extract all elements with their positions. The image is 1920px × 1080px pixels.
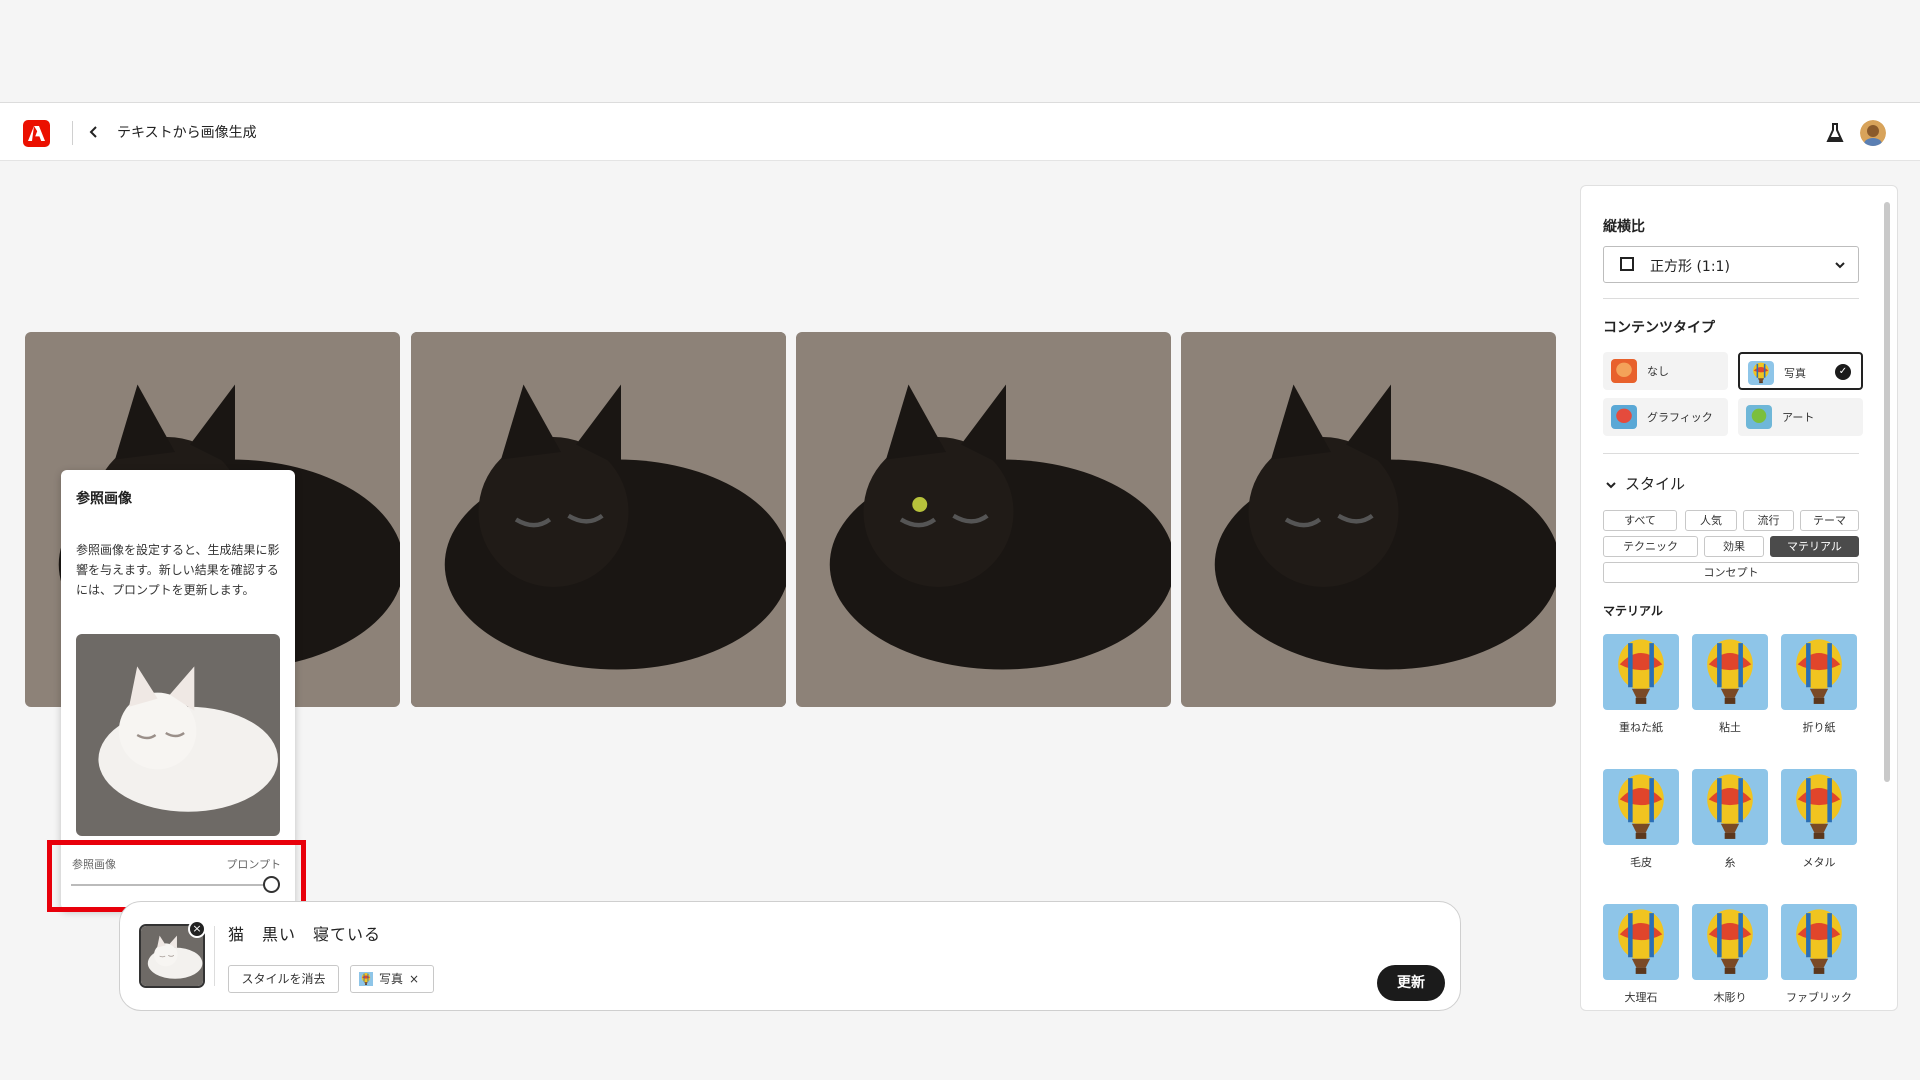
popover-description: 参照画像を設定すると、生成結果に影響を与えます。新しい結果を確認するには、プロン… bbox=[76, 543, 280, 597]
avatar[interactable] bbox=[1860, 120, 1886, 146]
material-label: メタル bbox=[1802, 856, 1836, 869]
generated-image-3[interactable] bbox=[796, 332, 1171, 707]
content-type-label: 写真 bbox=[1784, 367, 1806, 380]
slider-track[interactable] bbox=[71, 884, 271, 886]
generated-image-4[interactable] bbox=[1181, 332, 1556, 707]
material-label: 折り紙 bbox=[1802, 721, 1836, 734]
adobe-logo[interactable] bbox=[23, 120, 50, 147]
divider bbox=[1603, 453, 1859, 454]
divider bbox=[1603, 298, 1859, 299]
header-divider bbox=[72, 121, 73, 145]
balloon-thumbnail bbox=[1692, 904, 1768, 980]
page-title: テキストから画像生成 bbox=[117, 125, 257, 141]
content-type-graphic[interactable]: グラフィック bbox=[1603, 398, 1728, 436]
material-clay[interactable]: 粘土 bbox=[1692, 634, 1768, 735]
material-layered-paper[interactable]: 重ねた紙 bbox=[1603, 634, 1679, 735]
aspect-ratio-select[interactable]: 正方形 (1:1) bbox=[1603, 246, 1859, 283]
material-metal[interactable]: メタル bbox=[1781, 769, 1857, 870]
content-type-label: アート bbox=[1782, 411, 1815, 424]
balloon-thumbnail bbox=[1692, 769, 1768, 845]
slider-right-label: プロンプト bbox=[226, 858, 281, 871]
material-fabric[interactable]: ファブリック bbox=[1781, 904, 1857, 1005]
style-tab-effect[interactable]: 効果 bbox=[1704, 536, 1764, 557]
style-tab-theme[interactable]: テーマ bbox=[1800, 510, 1859, 531]
content-type-heading: コンテンツタイプ bbox=[1603, 320, 1715, 336]
reference-image[interactable] bbox=[76, 634, 280, 836]
material-origami[interactable]: 折り紙 bbox=[1781, 634, 1857, 735]
aspect-ratio-value: 正方形 (1:1) bbox=[1650, 259, 1730, 275]
settings-panel: 縦横比 正方形 (1:1) コンテンツタイプ なし 写真 ✓ グラフィック アー… bbox=[1580, 185, 1898, 1011]
aspect-ratio-heading: 縦横比 bbox=[1603, 219, 1645, 235]
material-label: 糸 bbox=[1724, 856, 1736, 869]
material-heading: マテリアル bbox=[1603, 604, 1663, 618]
chevron-down-icon[interactable] bbox=[1605, 479, 1617, 491]
flask-icon[interactable] bbox=[1825, 122, 1845, 144]
material-label: 大理石 bbox=[1624, 991, 1658, 1004]
balloon-icon bbox=[1611, 405, 1637, 429]
material-label: 粘土 bbox=[1719, 721, 1741, 734]
remove-reference-icon[interactable]: × bbox=[188, 920, 206, 938]
popover-title: 参照画像 bbox=[76, 491, 132, 507]
balloon-thumbnail bbox=[1603, 769, 1679, 845]
material-label: 木彫り bbox=[1713, 991, 1747, 1004]
generated-image-2[interactable] bbox=[411, 332, 786, 707]
material-thread[interactable]: 糸 bbox=[1692, 769, 1768, 870]
balloon-thumbnail bbox=[1781, 769, 1857, 845]
prompt-divider bbox=[214, 926, 215, 986]
balloon-thumbnail bbox=[1781, 904, 1857, 980]
style-tab-concept[interactable]: コンセプト bbox=[1603, 562, 1859, 583]
style-tab-all[interactable]: すべて bbox=[1603, 510, 1677, 531]
content-type-label: グラフィック bbox=[1647, 411, 1713, 424]
material-wood-carving[interactable]: 木彫り bbox=[1692, 904, 1768, 1005]
balloon-thumbnail bbox=[1603, 904, 1679, 980]
square-icon bbox=[1620, 257, 1634, 271]
material-label: ファブリック bbox=[1786, 991, 1852, 1004]
content-type-none[interactable]: なし bbox=[1603, 352, 1728, 390]
balloon-icon bbox=[1746, 405, 1772, 429]
content-type-art[interactable]: アート bbox=[1738, 398, 1863, 436]
balloon-thumbnail bbox=[1781, 634, 1857, 710]
chevron-left-icon[interactable] bbox=[88, 119, 106, 145]
style-heading[interactable]: スタイル bbox=[1625, 473, 1685, 494]
style-chip-label: 写真 bbox=[379, 972, 404, 986]
scrollbar-thumb[interactable] bbox=[1884, 202, 1890, 782]
content-type-photo[interactable]: 写真 ✓ bbox=[1738, 352, 1863, 390]
balloon-icon bbox=[1748, 361, 1774, 385]
material-label: 毛皮 bbox=[1630, 856, 1652, 869]
material-fur[interactable]: 毛皮 bbox=[1603, 769, 1679, 870]
close-icon[interactable]: × bbox=[409, 966, 419, 992]
clear-style-button[interactable]: スタイルを消去 bbox=[228, 965, 339, 993]
prompt-bar: × 猫 黒い 寝ている スタイルを消去 写真 × 更新 bbox=[119, 901, 1461, 1011]
material-marble[interactable]: 大理石 bbox=[1603, 904, 1679, 1005]
chevron-down-icon bbox=[1835, 262, 1845, 269]
content-type-label: なし bbox=[1647, 365, 1669, 378]
slider-left-label: 参照画像 bbox=[72, 858, 116, 871]
style-chip-photo[interactable]: 写真 × bbox=[350, 965, 434, 993]
app-header: テキストから画像生成 bbox=[0, 102, 1920, 161]
balloon-icon bbox=[359, 972, 373, 986]
balloon-thumbnail bbox=[1603, 634, 1679, 710]
balloon-thumbnail bbox=[1692, 634, 1768, 710]
style-tab-technique[interactable]: テクニック bbox=[1603, 536, 1698, 557]
style-tab-material[interactable]: マテリアル bbox=[1770, 536, 1859, 557]
style-tab-popular[interactable]: 人気 bbox=[1685, 510, 1737, 531]
material-label: 重ねた紙 bbox=[1619, 721, 1663, 734]
prompt-input[interactable]: 猫 黒い 寝ている bbox=[228, 924, 381, 946]
sidebar-scrollbar[interactable] bbox=[1882, 190, 1892, 1010]
style-tab-trending[interactable]: 流行 bbox=[1743, 510, 1794, 531]
balloon-icon bbox=[1611, 359, 1637, 383]
slider-handle[interactable] bbox=[263, 876, 280, 893]
update-button[interactable]: 更新 bbox=[1377, 965, 1445, 1001]
checkmark-icon: ✓ bbox=[1835, 364, 1851, 380]
